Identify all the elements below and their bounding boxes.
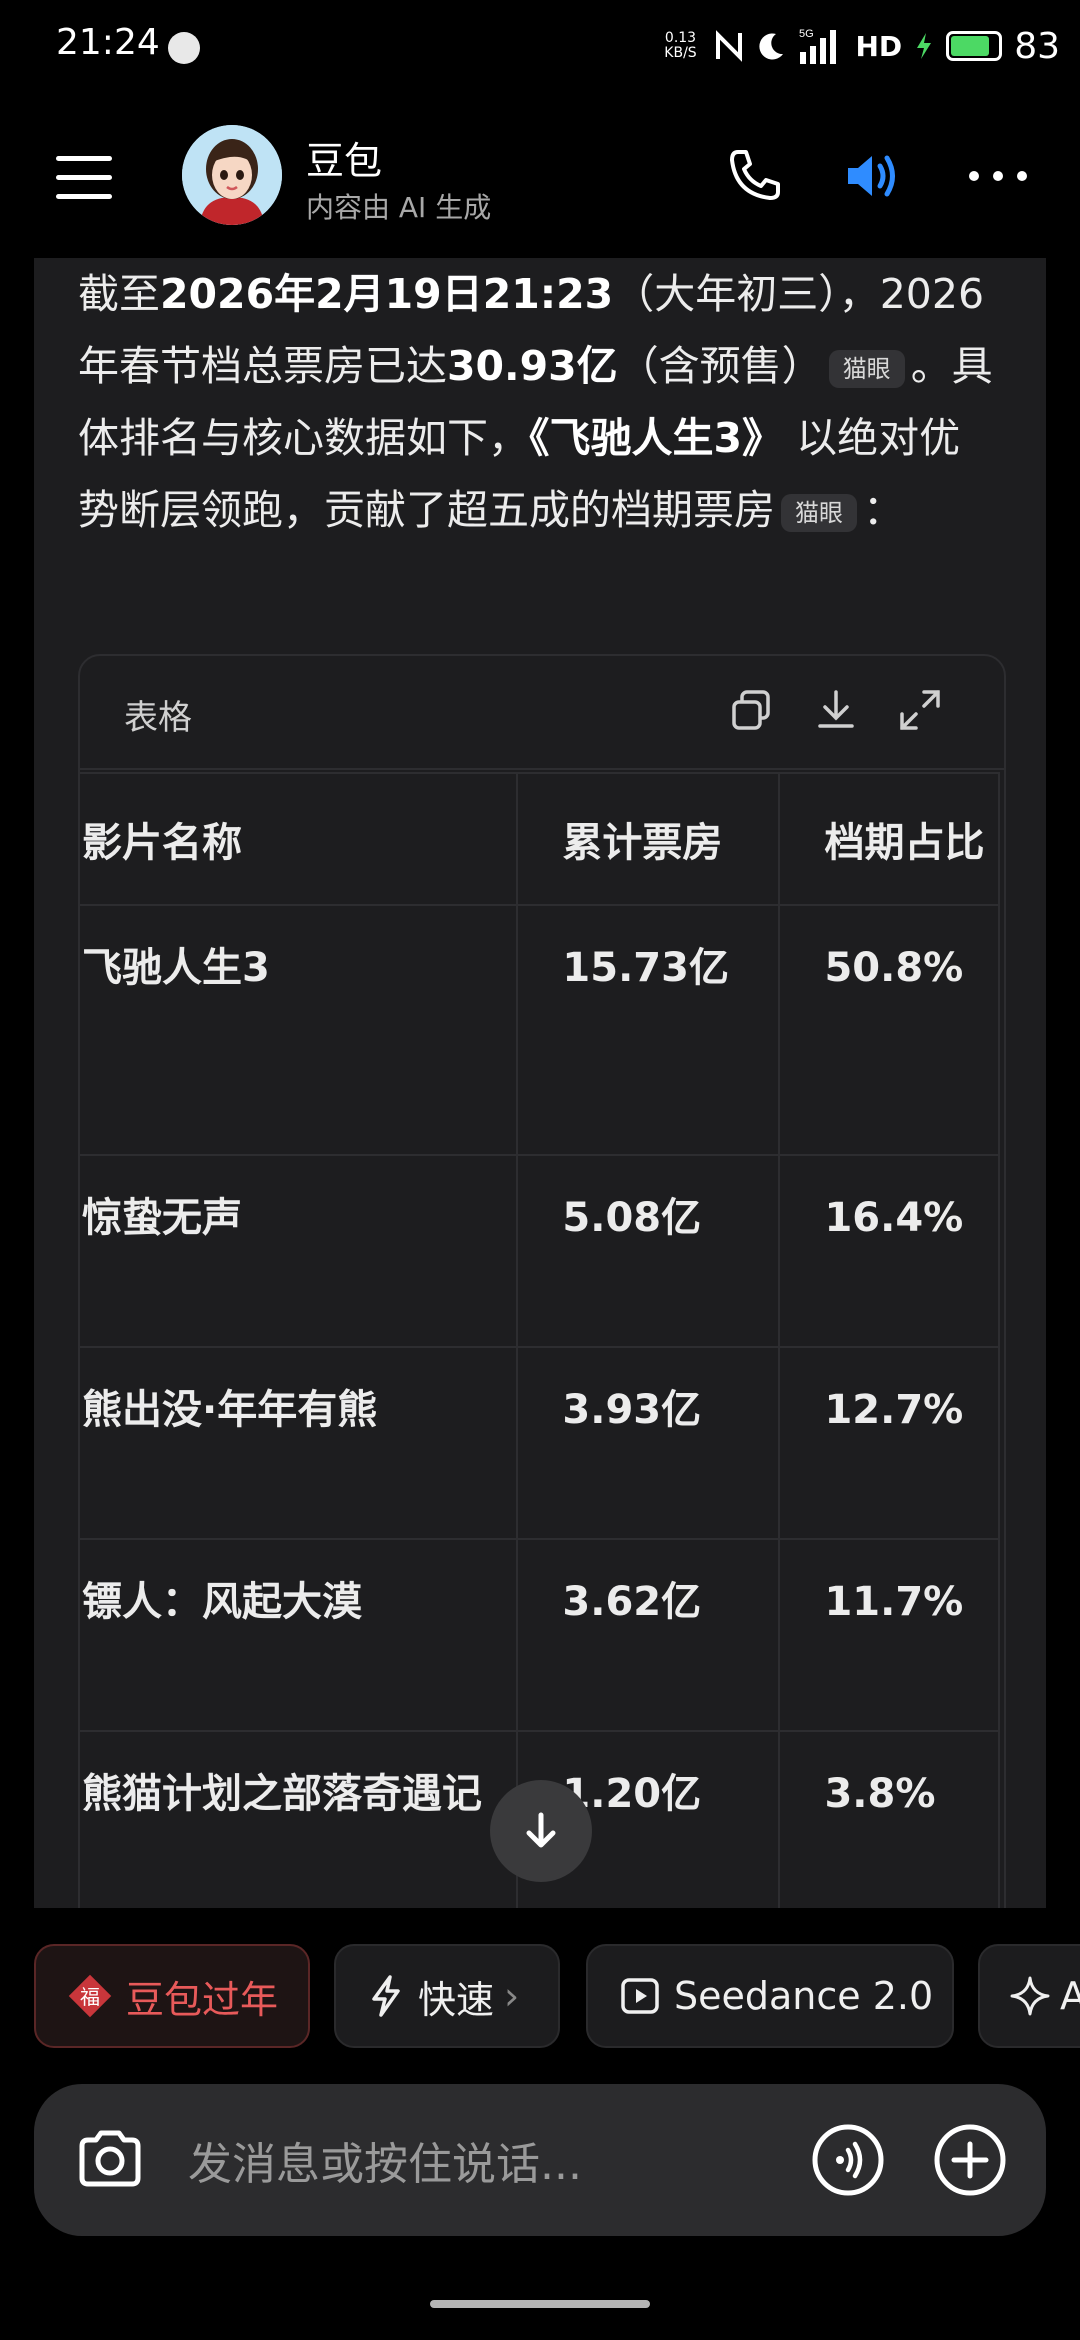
chip-label: Seedance 2.0 bbox=[674, 1974, 934, 2018]
cell-share: 16.4% bbox=[778, 1154, 1000, 1348]
column-header-name: 影片名称 bbox=[80, 772, 519, 906]
battery-level: 83 bbox=[1014, 25, 1060, 67]
video-play-icon bbox=[621, 1978, 659, 2014]
expand-icon[interactable] bbox=[896, 686, 944, 734]
lightning-icon bbox=[372, 1975, 400, 2017]
net-speed-value: 0.13 bbox=[664, 30, 697, 46]
more-icon[interactable] bbox=[966, 144, 1030, 208]
chip-seedance[interactable]: Seedance 2.0 bbox=[586, 1944, 954, 2048]
ai-generated-label: 内容由 AI 生成 bbox=[306, 191, 492, 224]
plus-icon[interactable] bbox=[932, 2122, 1008, 2198]
screen: 21:24 0.13 KB/S 5G HD 83 豆包 内容由 AI 生成 截至… bbox=[0, 0, 1080, 2340]
chip-label: 快速 bbox=[418, 1977, 495, 2022]
cell-share: 3.8% bbox=[778, 1730, 1000, 1908]
scroll-to-bottom-button[interactable] bbox=[490, 1780, 592, 1882]
menu-icon[interactable] bbox=[56, 156, 112, 199]
cell-share: 11.7% bbox=[778, 1538, 1000, 1732]
battery-icon bbox=[946, 31, 1003, 61]
cell-share: 50.8% bbox=[778, 904, 1000, 1156]
download-icon[interactable] bbox=[812, 686, 860, 734]
hd-label: HD bbox=[855, 29, 903, 63]
chip-label: A bbox=[1060, 1974, 1080, 2018]
table-row: 熊出没·年年有熊 3.93亿 12.7% bbox=[80, 1346, 1000, 1540]
message-text: 截至2026年2月19日21:23（大年初三），2026年春节档总票房已达30.… bbox=[78, 270, 993, 534]
cell-film-name: 飞驰人生3 bbox=[80, 904, 519, 1156]
bot-name: 豆包 bbox=[306, 139, 383, 183]
table-scroll-area[interactable]: 影片名称 累计票房 档期占比 飞驰人生3 15.73亿 50.8% 惊蛰无声 5… bbox=[80, 772, 1004, 1908]
cell-share: 12.7% bbox=[778, 1346, 1000, 1540]
copy-icon[interactable] bbox=[728, 686, 776, 734]
source-citation[interactable]: 猫眼 bbox=[781, 494, 857, 532]
charging-icon bbox=[917, 33, 932, 59]
sparkle-icon bbox=[1010, 1976, 1050, 2016]
table-row: 镖人：风起大漠 3.62亿 11.7% bbox=[80, 1538, 1000, 1732]
cell-box-office: 15.73亿 bbox=[516, 904, 781, 1156]
column-header-share: 档期占比 bbox=[778, 772, 1000, 906]
chip-fast-mode[interactable]: 快速 › bbox=[334, 1944, 560, 2048]
home-indicator[interactable] bbox=[430, 2300, 650, 2308]
table-toolbar: 表格 bbox=[80, 656, 1004, 770]
phone-icon[interactable] bbox=[722, 144, 786, 208]
cell-box-office: 3.62亿 bbox=[516, 1538, 781, 1732]
message-input-bar: 发消息或按住说话... bbox=[34, 2084, 1046, 2236]
status-icons: 0.13 KB/S 5G HD 83 bbox=[660, 22, 1060, 70]
chip-more[interactable]: A bbox=[978, 1944, 1080, 2048]
message-bubble: 截至2026年2月19日21:23（大年初三），2026年春节档总票房已达30.… bbox=[34, 258, 1046, 1908]
chip-doubao-new-year[interactable]: 福 豆包过年 bbox=[34, 1944, 310, 2048]
message-input[interactable]: 发消息或按住说话... bbox=[188, 2128, 582, 2192]
table-card: 表格 影片名称 累计票房 档期占比 飞驰人生3 15.73亿 50.8% 惊蛰无… bbox=[78, 654, 1006, 1908]
cell-box-office: 5.08亿 bbox=[516, 1154, 781, 1348]
svg-text:5G: 5G bbox=[799, 28, 814, 40]
notification-bubble-icon bbox=[168, 32, 200, 64]
avatar[interactable] bbox=[182, 125, 282, 225]
moon-icon bbox=[758, 33, 783, 60]
status-bar: 21:24 0.13 KB/S 5G HD 83 bbox=[0, 0, 1080, 92]
cell-film-name: 熊出没·年年有熊 bbox=[80, 1346, 519, 1540]
cell-box-office: 3.93亿 bbox=[516, 1346, 781, 1540]
chat-header: 豆包 内容由 AI 生成 bbox=[0, 120, 1080, 232]
fu-icon: 福 bbox=[68, 1974, 112, 2018]
net-speed-unit: KB/S bbox=[664, 45, 697, 61]
nfc-icon bbox=[715, 30, 742, 62]
speaker-icon[interactable] bbox=[842, 144, 906, 208]
status-time: 21:24 bbox=[56, 22, 160, 63]
table-row: 惊蛰无声 5.08亿 16.4% bbox=[80, 1154, 1000, 1348]
arrow-down-icon bbox=[526, 1812, 556, 1848]
box-office-table: 影片名称 累计票房 档期占比 飞驰人生3 15.73亿 50.8% 惊蛰无声 5… bbox=[80, 772, 1000, 1908]
column-header-box-office: 累计票房 bbox=[516, 772, 781, 906]
camera-icon[interactable] bbox=[72, 2122, 148, 2198]
voice-wave-icon[interactable] bbox=[810, 2122, 886, 2198]
quick-chips: 福 豆包过年 快速 › Seedance 2.0 A bbox=[0, 1944, 1080, 2048]
chip-label: 豆包过年 bbox=[126, 1977, 279, 2022]
net-speed: 0.13 KB/S bbox=[660, 31, 702, 61]
cell-film-name: 熊猫计划之部落奇遇记 bbox=[80, 1730, 519, 1908]
cell-film-name: 惊蛰无声 bbox=[80, 1154, 519, 1348]
table-row: 飞驰人生3 15.73亿 50.8% bbox=[80, 904, 1000, 1156]
table-title: 表格 bbox=[124, 698, 192, 738]
svg-text:福: 福 bbox=[80, 1985, 100, 2009]
source-citation[interactable]: 猫眼 bbox=[828, 350, 905, 388]
table-header-row: 影片名称 累计票房 档期占比 bbox=[80, 772, 1000, 906]
chevron-right-icon: › bbox=[504, 1974, 520, 2018]
signal-icon: 5G bbox=[799, 28, 836, 64]
cell-film-name: 镖人：风起大漠 bbox=[80, 1538, 519, 1732]
